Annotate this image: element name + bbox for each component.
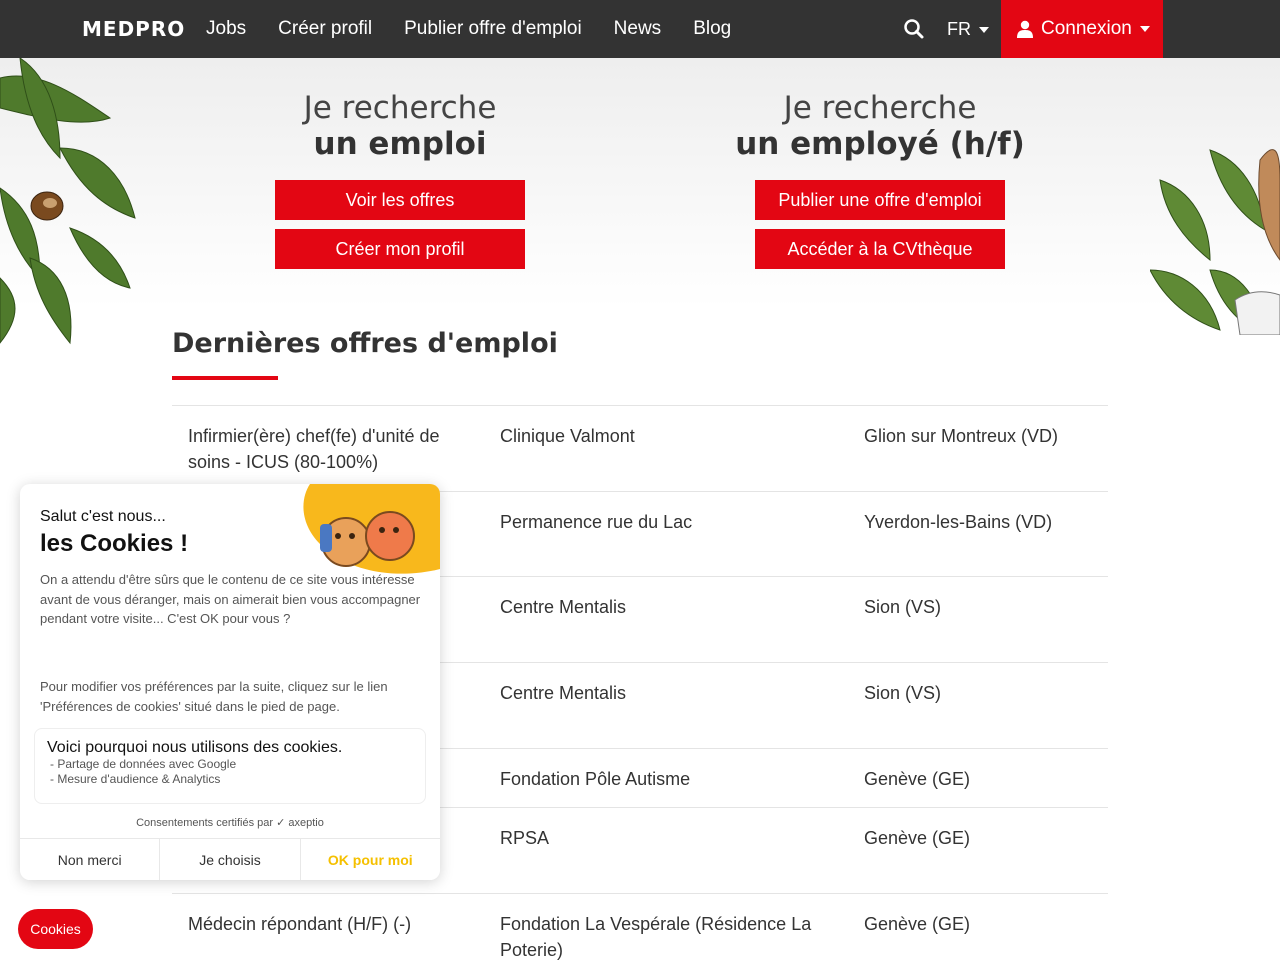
job-employer: Centre Mentalis bbox=[500, 683, 627, 703]
cvtheque-button[interactable]: Accéder à la CVthèque bbox=[755, 229, 1005, 269]
cookie-consent-panel: Salut c'est nous... les Cookies ! On a a… bbox=[20, 484, 440, 880]
nav-news[interactable]: News bbox=[614, 18, 662, 40]
axeptio-certification[interactable]: Consentements certifiés par ✓ axeptio bbox=[20, 816, 440, 829]
hero-section bbox=[0, 58, 1280, 308]
language-label: FR bbox=[947, 19, 971, 39]
title-underline bbox=[172, 376, 278, 380]
cookie-actions: Non merci Je choisis OK pour moi bbox=[20, 838, 440, 880]
job-employer: Centre Mentalis bbox=[500, 597, 627, 617]
cookie-mascots-illustration bbox=[303, 484, 440, 574]
job-employer: Permanence rue du Lac bbox=[500, 512, 693, 532]
cookie-purposes-box: Voici pourquoi nous utilisons des cookie… bbox=[34, 728, 426, 804]
login-button[interactable]: Connexion bbox=[1001, 0, 1163, 58]
candidate-strong: un emploi bbox=[313, 126, 487, 162]
nav-jobs[interactable]: Jobs bbox=[206, 18, 246, 40]
nav-blog[interactable]: Blog bbox=[693, 18, 731, 40]
employer-strong: un employé (h/f) bbox=[735, 126, 1025, 162]
job-location: Sion (VS) bbox=[864, 597, 942, 617]
cookie-body: On a attendu d'être sûrs que le contenu … bbox=[40, 570, 430, 629]
caret-down-icon bbox=[979, 26, 989, 33]
table-row[interactable]: Médecin répondant (H/F) (-) Fondation La… bbox=[172, 894, 1108, 960]
caret-down-icon bbox=[1139, 26, 1150, 32]
job-location: Glion sur Montreux (VD) bbox=[864, 426, 1059, 446]
user-icon bbox=[1017, 20, 1033, 38]
latest-jobs-title: Dernières offres d'emploi bbox=[172, 328, 558, 359]
hero-candidate-column: Je recherche un emploi bbox=[200, 90, 600, 162]
decorative-illustration-right bbox=[1150, 149, 1280, 335]
top-navbar: MEDPRO Jobs Créer profil Publier offre d… bbox=[0, 0, 1280, 58]
login-label: Connexion bbox=[1041, 18, 1132, 39]
search-icon[interactable] bbox=[903, 18, 925, 40]
hero-employer-column: Je recherche un employé (h/f) bbox=[680, 90, 1080, 162]
cookie-purpose-item: - Partage de données avec Google bbox=[50, 757, 237, 771]
cookie-body-preferences: Pour modifier vos préférences par la sui… bbox=[40, 679, 388, 714]
job-employer: Clinique Valmont bbox=[500, 426, 635, 446]
candidate-lead: Je recherche bbox=[303, 90, 497, 126]
accept-cookies-button[interactable]: OK pour moi bbox=[300, 839, 440, 880]
cookie-title: les Cookies ! bbox=[40, 530, 189, 557]
create-profile-button[interactable]: Créer mon profil bbox=[275, 229, 525, 269]
cookie-purpose-item: - Mesure d'audience & Analytics bbox=[50, 772, 221, 786]
cookie-hello: Salut c'est nous... bbox=[40, 508, 166, 525]
employer-lead: Je recherche bbox=[783, 90, 977, 126]
job-title[interactable]: Infirmier(ère) chef(fe) d'unité de soins… bbox=[188, 423, 478, 475]
job-location: Sion (VS) bbox=[864, 683, 942, 703]
job-location: Yverdon-les-Bains (VD) bbox=[864, 512, 1053, 532]
job-employer: Fondation La Vespérale (Résidence La Pot… bbox=[500, 914, 812, 960]
job-location: Genève (GE) bbox=[864, 769, 971, 789]
nav-publish-offer[interactable]: Publier offre d'emploi bbox=[404, 18, 582, 40]
job-location: Genève (GE) bbox=[864, 914, 971, 934]
cookies-preferences-button[interactable]: Cookies bbox=[18, 909, 93, 949]
nav-create-profile[interactable]: Créer profil bbox=[278, 18, 372, 40]
publish-offer-button[interactable]: Publier une offre d'emploi bbox=[755, 180, 1005, 220]
language-selector[interactable]: FR bbox=[947, 19, 989, 40]
main-nav: Jobs Créer profil Publier offre d'emploi… bbox=[206, 0, 763, 58]
brand-logo[interactable]: MEDPRO bbox=[82, 17, 185, 41]
view-offers-button[interactable]: Voir les offres bbox=[275, 180, 525, 220]
job-employer: RPSA bbox=[500, 828, 550, 848]
cookie-body-text: On a attendu d'être sûrs que le contenu … bbox=[40, 572, 421, 626]
job-location: Genève (GE) bbox=[864, 828, 971, 848]
job-employer: Fondation Pôle Autisme bbox=[500, 769, 691, 789]
decorative-leaves-left bbox=[0, 58, 136, 345]
refuse-cookies-button[interactable]: Non merci bbox=[20, 839, 161, 880]
table-row[interactable]: Infirmier(ère) chef(fe) d'unité de soins… bbox=[172, 406, 1108, 492]
cookie-purposes-title: Voici pourquoi nous utilisons des cookie… bbox=[47, 739, 343, 756]
choose-cookies-button[interactable]: Je choisis bbox=[160, 839, 301, 880]
job-title[interactable]: Médecin répondant (H/F) (-) bbox=[188, 911, 478, 937]
